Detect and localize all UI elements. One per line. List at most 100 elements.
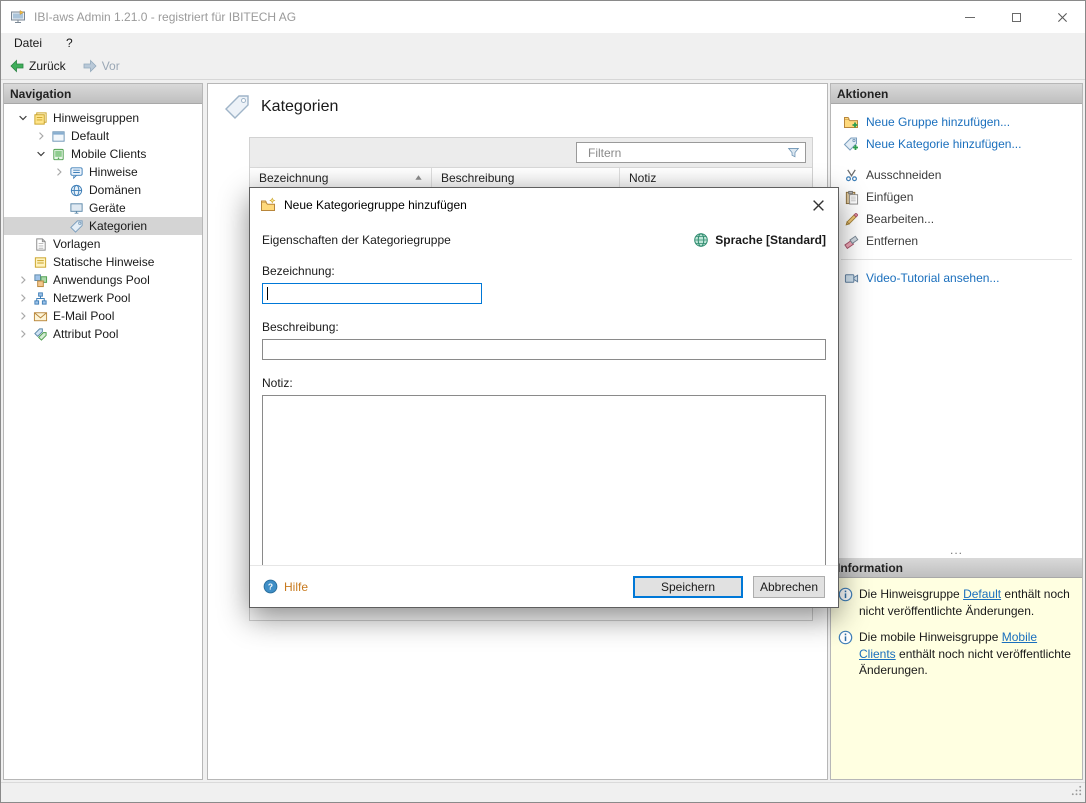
panel-splitter-handle[interactable]: ...	[831, 543, 1082, 557]
navigation-panel: Navigation Hinweisgruppen Default Mobile…	[3, 83, 203, 780]
resize-grip[interactable]	[1070, 784, 1083, 800]
title-bar: IBI-aws Admin 1.21.0 - registriert für I…	[1, 1, 1085, 33]
funnel-icon	[787, 146, 800, 159]
tree-item-attribut-pool[interactable]: Attribut Pool	[4, 325, 202, 343]
tree-item-email-pool[interactable]: E-Mail Pool	[4, 307, 202, 325]
tree-item-label: Mobile Clients	[71, 147, 146, 161]
tree-item-statische-hinweise[interactable]: Statische Hinweise	[4, 253, 202, 271]
email-pool-icon	[32, 308, 48, 324]
action-video-tutorial[interactable]: Video-Tutorial ansehen...	[831, 267, 1082, 289]
kategorien-tag-icon	[223, 93, 251, 121]
vorlagen-icon	[32, 236, 48, 252]
note-prefix: Die Hinweisgruppe	[859, 587, 963, 601]
action-einfuegen[interactable]: Einfügen	[831, 186, 1082, 208]
right-panel: Aktionen Neue Gruppe hinzufügen... Neue …	[830, 83, 1083, 780]
dialog-section-title: Eigenschaften der Kategoriegruppe	[262, 233, 451, 247]
filter-funnel-button[interactable]	[781, 143, 805, 162]
chevron-down-icon[interactable]	[14, 110, 32, 126]
tree-item-label: E-Mail Pool	[53, 309, 114, 323]
pencil-edit-icon	[843, 211, 859, 227]
hinweisgruppen-icon	[32, 110, 48, 126]
tree-item-vorlagen[interactable]: Vorlagen	[4, 235, 202, 253]
filter-input[interactable]	[577, 143, 781, 162]
column-header-bezeichnung[interactable]: Bezeichnung	[250, 168, 432, 187]
action-ausschneiden[interactable]: Ausschneiden	[831, 164, 1082, 186]
page-header: Kategorien	[223, 93, 338, 121]
note-prefix: Die mobile Hinweisgruppe	[859, 630, 1002, 644]
tree-item-label: Attribut Pool	[53, 327, 118, 341]
tree-item-anwendungs-pool[interactable]: Anwendungs Pool	[4, 271, 202, 289]
notiz-field[interactable]	[262, 395, 826, 572]
status-bar	[1, 782, 1085, 802]
forward-arrow-icon	[82, 58, 98, 74]
maximize-icon	[1012, 13, 1021, 22]
tree-item-netzwerk-pool[interactable]: Netzwerk Pool	[4, 289, 202, 307]
forward-label: Vor	[102, 59, 120, 73]
default-group-link[interactable]: Default	[963, 587, 1001, 601]
new-category-icon	[843, 136, 859, 152]
default-group-icon	[50, 128, 66, 144]
tree-item-hinweise[interactable]: Hinweise	[4, 163, 202, 181]
chevron-down-icon[interactable]	[32, 146, 50, 162]
close-icon	[1057, 12, 1068, 23]
info-icon	[838, 630, 853, 679]
maximize-button[interactable]	[993, 1, 1039, 33]
help-link[interactable]: ? Hilfe	[263, 579, 308, 594]
filter-box	[576, 142, 806, 163]
tree-item-label: Hinweise	[89, 165, 138, 179]
info-note: Die Hinweisgruppe Default enthält noch n…	[838, 586, 1075, 619]
globe-icon	[693, 232, 709, 248]
tree-item-hinweisgruppen[interactable]: Hinweisgruppen	[4, 109, 202, 127]
chevron-right-icon[interactable]	[14, 290, 32, 306]
geraete-icon	[68, 200, 84, 216]
chevron-right-icon[interactable]	[32, 128, 50, 144]
svg-text:?: ?	[268, 582, 273, 592]
tree-item-mobile-clients[interactable]: Mobile Clients	[4, 145, 202, 163]
tree-item-kategorien[interactable]: Kategorien	[4, 217, 202, 235]
new-folder-icon	[260, 197, 276, 213]
menu-item-datei[interactable]: Datei	[14, 36, 42, 50]
window-title: IBI-aws Admin 1.21.0 - registriert für I…	[34, 10, 296, 24]
scissors-icon	[843, 167, 859, 183]
action-label: Neue Kategorie hinzufügen...	[866, 137, 1021, 151]
cancel-button[interactable]: Abbrechen	[753, 576, 825, 598]
chevron-right-icon[interactable]	[50, 164, 68, 180]
chevron-right-icon[interactable]	[14, 326, 32, 342]
dialog-close-button[interactable]	[798, 188, 838, 222]
tree-item-label: Anwendungs Pool	[53, 273, 150, 287]
chevron-right-icon[interactable]	[14, 272, 32, 288]
back-button[interactable]: Zurück	[9, 58, 66, 74]
action-neue-kategorie[interactable]: Neue Kategorie hinzufügen...	[831, 133, 1082, 155]
notiz-label: Notiz:	[262, 376, 826, 390]
bezeichnung-field[interactable]	[262, 283, 482, 304]
tree-item-default[interactable]: Default	[4, 127, 202, 145]
tree-item-label: Default	[71, 129, 109, 143]
back-label: Zurück	[29, 59, 66, 73]
column-header-beschreibung[interactable]: Beschreibung	[432, 168, 620, 187]
action-entfernen[interactable]: Entfernen	[831, 230, 1082, 252]
tree-item-domaenen[interactable]: Domänen	[4, 181, 202, 199]
dialog-title-bar: Neue Kategoriegruppe hinzufügen	[250, 188, 838, 222]
domaenen-icon	[68, 182, 84, 198]
action-bearbeiten[interactable]: Bearbeiten...	[831, 208, 1082, 230]
bezeichnung-field-wrap	[262, 283, 826, 304]
beschreibung-label: Beschreibung:	[262, 320, 826, 334]
bezeichnung-label: Bezeichnung:	[262, 264, 826, 278]
chevron-right-icon[interactable]	[14, 308, 32, 324]
beschreibung-field[interactable]	[262, 339, 826, 360]
close-button[interactable]	[1039, 1, 1085, 33]
minimize-button[interactable]	[947, 1, 993, 33]
column-header-notiz[interactable]: Notiz	[620, 168, 812, 187]
new-group-icon	[843, 114, 859, 130]
statische-hinweise-icon	[32, 254, 48, 270]
save-button[interactable]: Speichern	[633, 576, 743, 598]
tree-item-label: Domänen	[89, 183, 141, 197]
forward-button[interactable]: Vor	[82, 58, 120, 74]
language-selector-button[interactable]: Sprache [Standard]	[693, 232, 826, 248]
toolbar: Zurück Vor	[1, 53, 1085, 80]
actions-header: Aktionen	[831, 84, 1082, 104]
action-neue-gruppe[interactable]: Neue Gruppe hinzufügen...	[831, 111, 1082, 133]
menu-item-help[interactable]: ?	[66, 36, 73, 50]
tree-item-geraete[interactable]: Geräte	[4, 199, 202, 217]
tree-item-label: Kategorien	[89, 219, 147, 233]
